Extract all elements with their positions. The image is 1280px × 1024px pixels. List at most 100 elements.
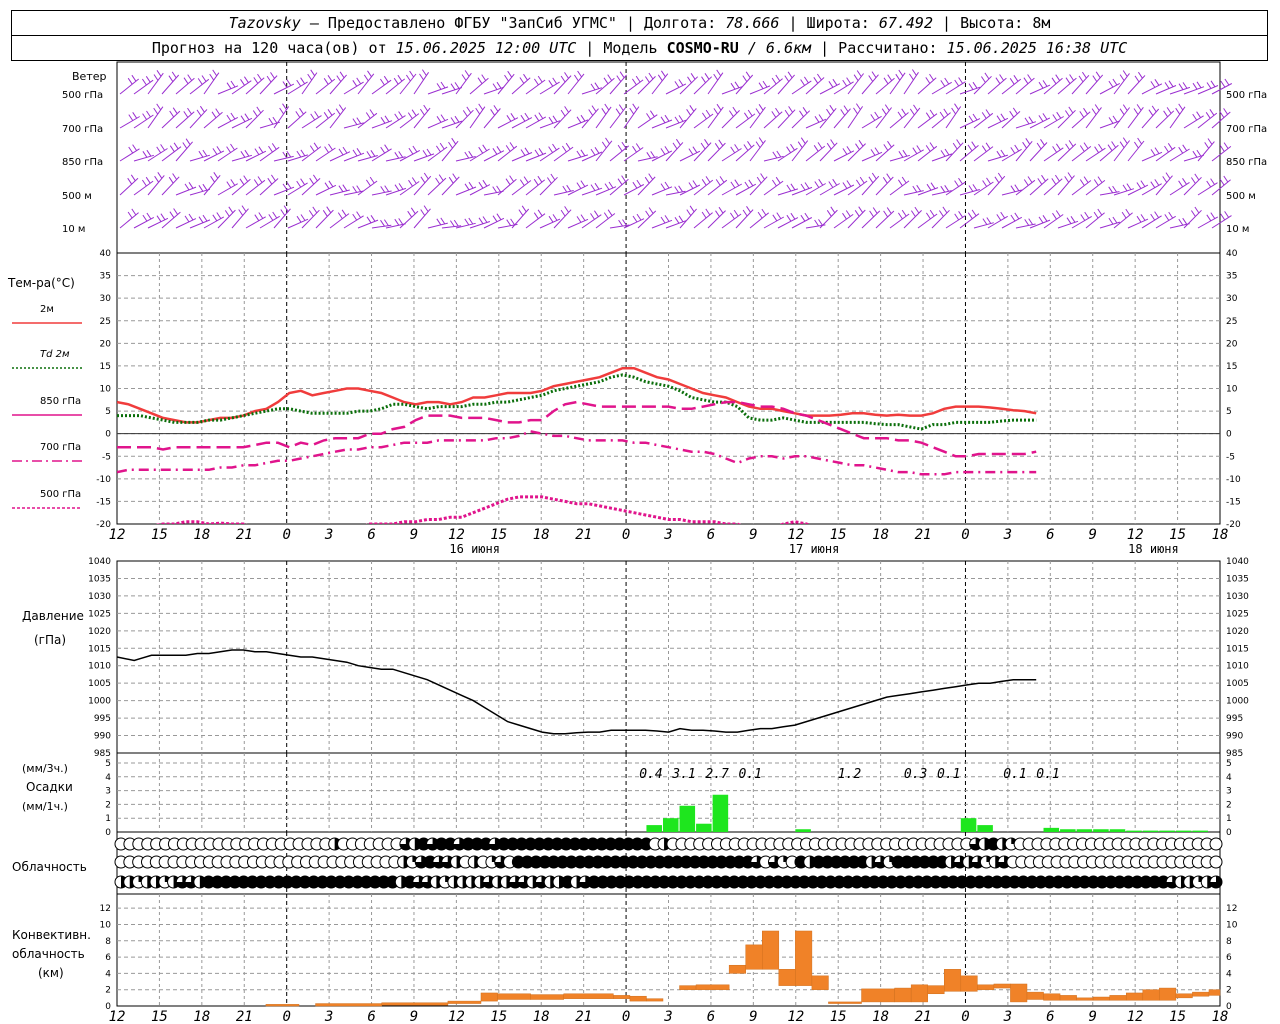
conv-ytick-right: 12 <box>1226 904 1237 914</box>
wind-barb <box>861 172 880 196</box>
precip-3h-label: 0.1 <box>937 767 960 782</box>
wind-barb <box>609 141 630 162</box>
temp-ytick: 0 <box>105 430 111 440</box>
temp-axis-title: Тем-ра(°C) <box>7 276 75 290</box>
wind-barb <box>539 115 561 129</box>
wind-barb <box>539 173 558 196</box>
hour-label-bottom: 3 <box>1003 1009 1012 1024</box>
wind-barb <box>203 172 221 196</box>
wind-barb <box>1099 216 1121 229</box>
legend-label: 700 гПа <box>40 442 81 453</box>
wind-barb <box>455 70 472 95</box>
wind-barb <box>819 178 840 196</box>
wind-barb <box>1057 140 1077 162</box>
pressure-ytick-right: 1030 <box>1226 592 1249 602</box>
temp-ytick-right: 40 <box>1226 249 1238 259</box>
conv-box <box>629 995 647 1002</box>
conv-box <box>1109 995 1127 1001</box>
conv-box <box>563 993 614 999</box>
day-label: 16 июня <box>449 542 500 556</box>
wind-level-label-right: 500 м <box>1226 191 1256 202</box>
hour-label: 6 <box>367 527 375 543</box>
wind-barb <box>245 176 266 196</box>
wind-barb <box>343 77 364 95</box>
wind-barb <box>1197 109 1218 129</box>
wind-barb <box>315 180 337 196</box>
temp-series-line <box>117 373 1037 431</box>
legend-label: 850 гПа <box>40 396 81 407</box>
hour-label-bottom: 12 <box>1127 1009 1144 1024</box>
hour-label: 18 <box>193 527 210 543</box>
hour-label-bottom: 0 <box>282 1009 290 1024</box>
cloud-title: Облачность <box>12 860 87 874</box>
conv-box <box>960 975 978 992</box>
wind-barb <box>763 212 785 229</box>
conv-box <box>315 1003 382 1007</box>
meteogram-svg: Ветер 500 гПа 500 гПа 700 гПа 700 гПа 850 гПа… <box>7 61 1267 1024</box>
conv-box <box>828 1001 862 1004</box>
wind-barb <box>1099 115 1121 129</box>
temp-ytick-right: 25 <box>1226 317 1237 327</box>
precip-3h-label: 0.1 <box>1003 767 1026 782</box>
cloud-circle <box>1209 855 1223 869</box>
wind-barb <box>1029 139 1048 162</box>
hour-label-bottom: 9 <box>749 1009 757 1024</box>
wind-barb <box>497 113 519 129</box>
precip-bar <box>1093 829 1109 832</box>
wind-barb <box>721 81 743 95</box>
precip-bar <box>1043 827 1060 832</box>
legend-label: 500 гПа <box>40 489 81 500</box>
wind-barb <box>875 207 895 229</box>
temp-ytick: 15 <box>100 362 111 372</box>
wind-barb <box>1071 176 1092 196</box>
precip-ytick-right: 2 <box>1226 800 1232 810</box>
wind-barb <box>1001 144 1022 162</box>
temp-ytick-right: -10 <box>1226 475 1241 485</box>
wind-barb <box>343 148 365 162</box>
pressure-ytick-right: 1025 <box>1226 609 1249 619</box>
conv-box <box>894 987 912 1003</box>
conv-ytick: 12 <box>100 904 111 914</box>
conv-box <box>1142 989 1160 1001</box>
wind-barb <box>567 70 585 95</box>
wind-barb <box>119 174 139 196</box>
wind-barb <box>609 104 626 129</box>
precip-bar <box>1109 829 1126 832</box>
wind-barb <box>231 113 253 129</box>
wind-barb <box>497 70 515 95</box>
wind-barb <box>819 139 838 162</box>
temp-ytick-right: 15 <box>1226 362 1237 372</box>
temp-ytick: 10 <box>100 385 112 395</box>
hour-label: 18 <box>533 527 550 543</box>
wind-barb <box>665 138 684 162</box>
pressure-ytick: 1030 <box>88 592 111 602</box>
hour-label-bottom: 6 <box>707 1009 715 1024</box>
wind-barb <box>483 81 505 95</box>
hour-label-bottom: 21 <box>236 1009 253 1024</box>
day-label: 18 июня <box>1128 542 1179 556</box>
wind-barb <box>1183 206 1202 229</box>
wind-level-label-right: 700 гПа <box>1226 124 1267 135</box>
wind-barb <box>1099 78 1121 95</box>
pressure-ytick-right: 1020 <box>1226 627 1249 637</box>
conv-ytick: 0 <box>105 1002 111 1012</box>
conv-box <box>1208 989 1221 996</box>
conv-box <box>861 988 895 1003</box>
precip-bar <box>795 829 811 832</box>
hour-label: 15 <box>1169 527 1186 543</box>
wind-barb <box>651 114 673 129</box>
wind-barb <box>427 174 447 196</box>
wind-barb <box>385 218 406 229</box>
conv-ytick-right: 10 <box>1226 920 1238 930</box>
conv-box <box>993 983 1011 989</box>
precip-bar <box>646 825 662 832</box>
wind-barb <box>1113 70 1130 95</box>
wind-barb <box>553 142 574 162</box>
pressure-ytick-right: 1015 <box>1226 644 1249 654</box>
wind-barb <box>399 145 421 162</box>
wind-barb <box>525 209 546 229</box>
wind-barb <box>651 70 669 95</box>
hour-label-bottom: 9 <box>410 1009 418 1024</box>
wind-barb <box>427 114 449 129</box>
wind-barb <box>651 215 673 229</box>
